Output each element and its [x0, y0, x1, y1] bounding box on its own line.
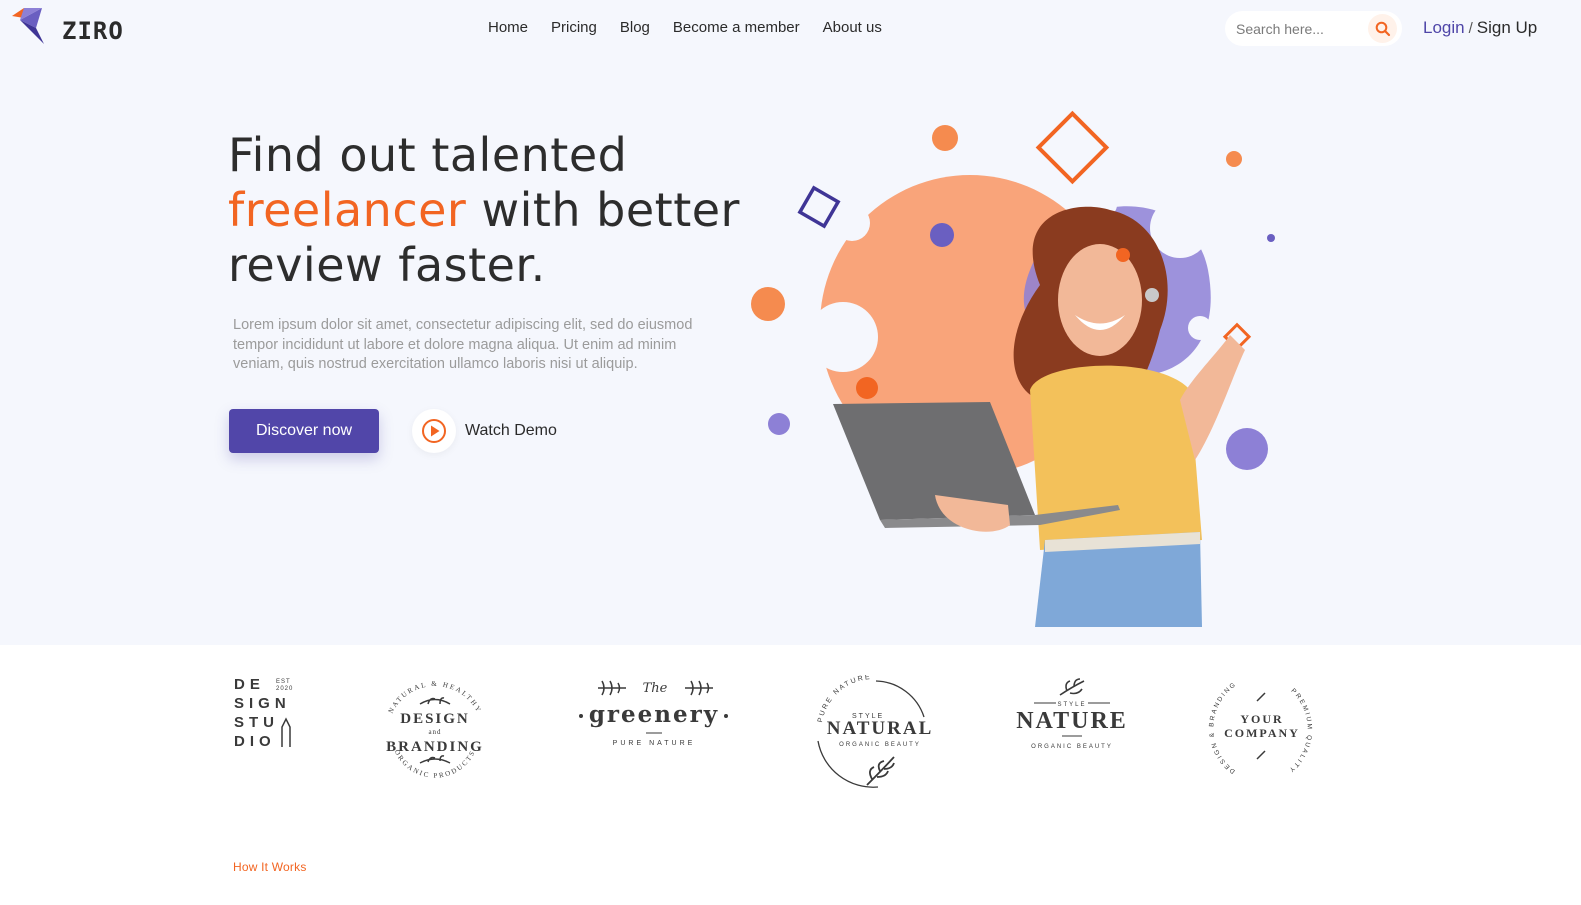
logo[interactable]: ZIRO — [10, 6, 124, 51]
brand-yc-line2: COMPANY — [1224, 726, 1300, 740]
watch-demo-label: Watch Demo — [465, 422, 557, 439]
auth-separator: / — [1468, 19, 1473, 37]
dot-purple-tiny — [1267, 234, 1275, 242]
brand-greenery-name: greenery — [589, 701, 719, 728]
hero-illustration — [740, 100, 1300, 633]
brand-db-line1: DESIGN — [400, 711, 470, 727]
diamond-orange-large — [1035, 110, 1110, 185]
section-kicker-how-it-works: How It Works — [233, 860, 307, 874]
brand-design-studio[interactable]: DE SIGN STU DIO EST 2020 — [232, 675, 302, 750]
brand-ds-line3: STU — [234, 714, 279, 731]
branch-left-icon — [598, 680, 626, 696]
dot-orange-small — [1226, 151, 1242, 167]
diamond-purple — [797, 185, 841, 229]
brand-ds-est: EST — [276, 679, 291, 685]
brand-natural[interactable]: PURE NATURE STYLE NATURAL ORGANIC BEAUTY — [812, 675, 942, 793]
brand-ds-line1: DE — [234, 676, 265, 693]
brand-logos-strip: DE SIGN STU DIO EST 2020 NATURAL & HEALT… — [0, 645, 1581, 835]
nav-about-us[interactable]: About us — [823, 19, 882, 36]
hero-headline: Find out talented freelancer with better… — [228, 128, 748, 293]
dot-purple-big — [1226, 428, 1268, 470]
search-input[interactable] — [1236, 20, 1366, 37]
leaf-cluster-icon — [1059, 678, 1085, 696]
brand-yc-line1: YOUR — [1240, 712, 1283, 726]
brand-design-branding[interactable]: NATURAL & HEALTHY DESIGN and BRANDING OR… — [370, 673, 500, 791]
brand-db-and: and — [428, 728, 441, 736]
brand-your-company[interactable]: DESIGN & BRANDING PREMIUM QUALITY YOUR C… — [1205, 673, 1320, 788]
brand-greenery-sub: PURE NATURE — [613, 740, 696, 747]
main-nav: Home Pricing Blog Become a member About … — [488, 19, 905, 36]
brand-greenery[interactable]: The greenery PURE NATURE — [578, 675, 733, 755]
brand-natural-sub: ORGANIC BEAUTY — [839, 742, 921, 748]
dot-orange-left — [751, 287, 785, 321]
dot-orange — [932, 125, 958, 151]
dot-orange-low — [856, 377, 878, 399]
brand-greenery-the: The — [643, 681, 668, 696]
dot-purple-low — [768, 413, 790, 435]
headline-line2: with better — [466, 183, 740, 237]
pencil-icon — [281, 717, 291, 747]
brand-natural-name: NATURAL — [827, 718, 934, 739]
leaf-icon-bottom — [419, 755, 451, 764]
nav-pricing[interactable]: Pricing — [551, 19, 597, 36]
brand-nature-sub: ORGANIC BEAUTY — [1031, 744, 1113, 750]
login-link[interactable]: Login — [1423, 18, 1465, 38]
auth-links: Login / Sign Up — [1423, 18, 1537, 38]
play-icon — [422, 419, 446, 443]
search-button[interactable] — [1368, 14, 1397, 43]
search-box — [1225, 11, 1402, 46]
signup-link[interactable]: Sign Up — [1477, 18, 1537, 38]
leaf-icon — [419, 697, 451, 705]
sprig-icon — [866, 756, 895, 786]
svg-text:NATURAL & HEALTHY: NATURAL & HEALTHY — [387, 680, 484, 715]
nav-become-member[interactable]: Become a member — [673, 19, 800, 36]
watch-demo-button[interactable]: Watch Demo — [412, 409, 557, 453]
nav-home[interactable]: Home — [488, 19, 528, 36]
dot-purple — [930, 223, 954, 247]
discover-now-button[interactable]: Discover now — [229, 409, 379, 453]
brand-db-arc-top: NATURAL & HEALTHY — [387, 680, 482, 715]
headline-line3: review faster. — [228, 238, 546, 292]
headline-line1: Find out talented — [228, 128, 628, 182]
nav-blog[interactable]: Blog — [620, 19, 650, 36]
headline-accent: freelancer — [228, 183, 467, 237]
play-button-circle — [412, 409, 456, 453]
brand-nature-name: NATURE — [1016, 708, 1128, 734]
brand-ds-line4: DIO — [234, 733, 276, 750]
search-icon — [1375, 21, 1390, 36]
brand-ds-year: 2020 — [276, 686, 293, 692]
logo-mark-icon — [10, 6, 54, 51]
brand-ds-line2: SIGN — [234, 695, 291, 712]
branch-right-icon — [685, 680, 713, 696]
hero-description: Lorem ipsum dolor sit amet, consectetur … — [233, 317, 693, 372]
brand-nature[interactable]: STYLE NATURE ORGANIC BEAUTY — [1012, 675, 1132, 755]
logo-text: ZIRO — [62, 16, 124, 45]
